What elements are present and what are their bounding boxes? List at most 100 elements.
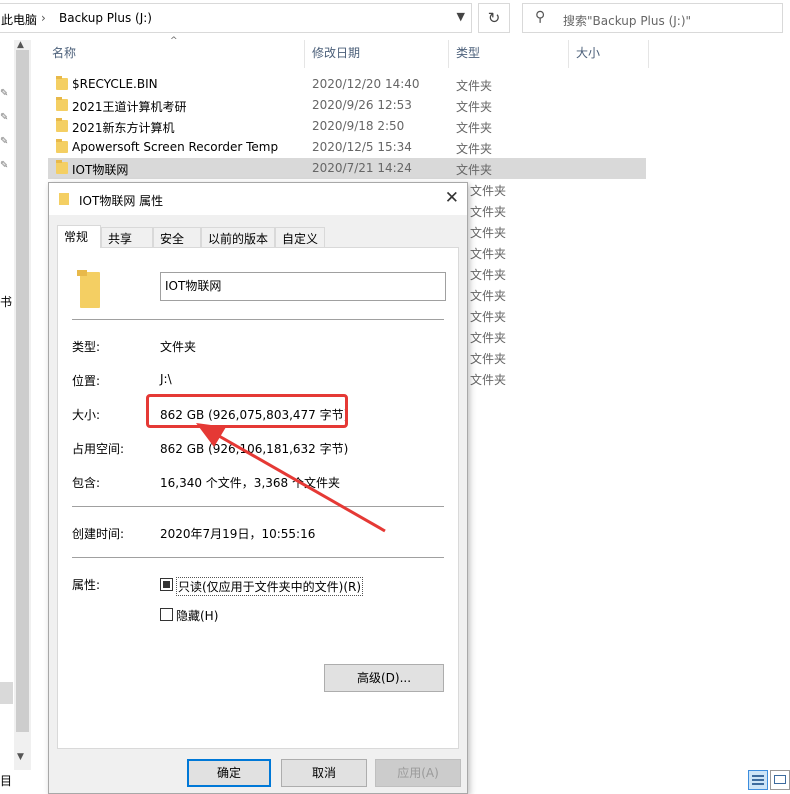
details-view-icon-line: [752, 779, 764, 781]
dialog-titlebar[interactable]: IOT物联网 属性 ✕: [49, 183, 467, 215]
pin-icon: ✎: [0, 88, 9, 99]
nav-item-label[interactable]: 目: [0, 772, 12, 789]
divider: [72, 319, 444, 320]
details-view-button[interactable]: [748, 770, 768, 790]
search-input[interactable]: 搜索"Backup Plus (J:)": [563, 12, 691, 29]
tab-customize[interactable]: 自定义: [275, 227, 325, 247]
folder-name-input[interactable]: IOT物联网: [160, 272, 446, 301]
large-icons-view-button[interactable]: [770, 770, 790, 790]
location-value: J:\: [160, 372, 172, 386]
pin-icon: ✎: [0, 112, 9, 123]
file-type: 文件夹: [470, 289, 507, 303]
folder-icon: [56, 118, 68, 132]
address-bar[interactable]: 此电脑 › Backup Plus (J:) ▼: [0, 3, 472, 33]
column-header-name[interactable]: 名称: [52, 44, 76, 66]
file-type: 文件夹: [470, 352, 507, 366]
column-header-type[interactable]: 类型: [456, 44, 480, 66]
column-header-date[interactable]: 修改日期: [312, 44, 360, 66]
file-row[interactable]: $RECYCLE.BIN 2020/12/20 14:40 文件夹: [48, 74, 646, 95]
file-type: 文件夹: [470, 331, 507, 345]
readonly-label[interactable]: 只读(仅应用于文件夹中的文件)(R): [176, 577, 364, 596]
file-row[interactable]: 2021新东方计算机 2020/9/18 2:50 文件夹: [48, 116, 646, 137]
properties-dialog: IOT物联网 属性 ✕ 常规 共享 安全 以前的版本 自定义 IOT物联网 类型…: [48, 182, 468, 794]
hidden-checkbox[interactable]: [160, 608, 173, 621]
size-label: 大小:: [72, 408, 101, 422]
created-value: 2020年7月19日，10:55:16: [160, 527, 316, 541]
contains-value: 16,340 个文件，3,368 个文件夹: [160, 476, 340, 490]
column-divider[interactable]: [304, 40, 305, 68]
nav-scrollbar[interactable]: ▲ ▼: [14, 40, 31, 770]
file-type: 文件夹: [470, 310, 507, 324]
nav-selected-item[interactable]: [0, 682, 13, 704]
file-date: 2020/9/26 12:53: [312, 98, 412, 112]
column-divider[interactable]: [448, 40, 449, 68]
file-date: 2020/7/21 14:24: [312, 161, 412, 175]
file-type: 文件夹: [470, 184, 507, 198]
large-icons-icon: [774, 775, 786, 784]
refresh-icon: ↻: [487, 9, 501, 27]
close-icon[interactable]: ✕: [445, 188, 459, 208]
file-date: 2020/12/5 15:34: [312, 140, 412, 154]
column-divider[interactable]: [648, 40, 649, 68]
file-type: 文件夹: [470, 268, 507, 282]
tab-previous-versions[interactable]: 以前的版本: [201, 227, 275, 247]
file-type: 文件夹: [456, 100, 493, 114]
divider: [72, 557, 444, 558]
folder-icon: [56, 76, 68, 90]
file-type: 文件夹: [456, 79, 493, 93]
scrollbar-thumb[interactable]: [16, 50, 29, 732]
type-value: 文件夹: [160, 340, 197, 354]
contains-label: 包含:: [72, 476, 101, 490]
column-header-size[interactable]: 大小: [576, 44, 600, 66]
file-row[interactable]: 2021王道计算机考研 2020/9/26 12:53 文件夹: [48, 95, 646, 116]
file-type: 文件夹: [470, 247, 507, 261]
apply-button[interactable]: 应用(A): [375, 759, 461, 787]
file-type: 文件夹: [470, 205, 507, 219]
pin-icon: ✎: [0, 160, 9, 171]
tab-sharing[interactable]: 共享: [101, 227, 153, 247]
search-box[interactable]: ⚲ 搜索"Backup Plus (J:)": [522, 3, 783, 33]
folder-icon: [59, 193, 69, 205]
folder-icon: [77, 270, 100, 308]
breadcrumb-this-pc[interactable]: 此电脑: [1, 11, 37, 28]
tab-general[interactable]: 常规: [57, 225, 101, 248]
file-type: 文件夹: [470, 373, 507, 387]
readonly-checkbox[interactable]: [160, 578, 173, 591]
location-label: 位置:: [72, 374, 101, 388]
created-label: 创建时间:: [72, 527, 125, 541]
nav-item-label[interactable]: 书: [0, 293, 12, 310]
file-name: $RECYCLE.BIN: [72, 77, 158, 91]
tab-security[interactable]: 安全: [153, 227, 201, 247]
chevron-down-icon[interactable]: ▼: [457, 10, 465, 23]
column-divider[interactable]: [568, 40, 569, 68]
scroll-down-icon[interactable]: ▼: [17, 752, 24, 762]
file-date: 2020/12/20 14:40: [312, 77, 420, 91]
file-type: 文件夹: [456, 121, 493, 135]
breadcrumb-separator-icon: ›: [41, 11, 46, 25]
disk-size-label: 占用空间:: [72, 442, 125, 456]
file-type: 文件夹: [456, 163, 493, 177]
disk-size-value: 862 GB (926,106,181,632 字节): [160, 442, 349, 456]
folder-icon: [56, 97, 68, 111]
details-view-icon: [752, 775, 764, 777]
hidden-label[interactable]: 隐藏(H): [176, 607, 218, 624]
breadcrumb-drive[interactable]: Backup Plus (J:): [59, 11, 152, 25]
file-name: 2021王道计算机考研: [72, 100, 187, 114]
file-type: 文件夹: [456, 142, 493, 156]
search-icon: ⚲: [535, 9, 546, 25]
file-name: IOT物联网: [72, 163, 129, 177]
ok-button[interactable]: 确定: [187, 759, 271, 787]
refresh-button[interactable]: ↻: [478, 3, 510, 33]
attributes-label: 属性:: [72, 578, 101, 592]
cancel-button[interactable]: 取消: [281, 759, 367, 787]
dialog-title: IOT物联网 属性: [79, 194, 164, 208]
scroll-up-icon[interactable]: ▲: [17, 40, 24, 50]
advanced-button[interactable]: 高级(D)...: [324, 664, 444, 692]
divider: [72, 506, 444, 507]
file-date: 2020/9/18 2:50: [312, 119, 405, 133]
file-row-selected[interactable]: IOT物联网 2020/7/21 14:24 文件夹: [48, 158, 646, 179]
file-name: 2021新东方计算机: [72, 121, 175, 135]
highlight-box: [146, 394, 348, 428]
folder-icon: [56, 139, 68, 153]
file-row[interactable]: Apowersoft Screen Recorder Temp 2020/12/…: [48, 137, 646, 158]
